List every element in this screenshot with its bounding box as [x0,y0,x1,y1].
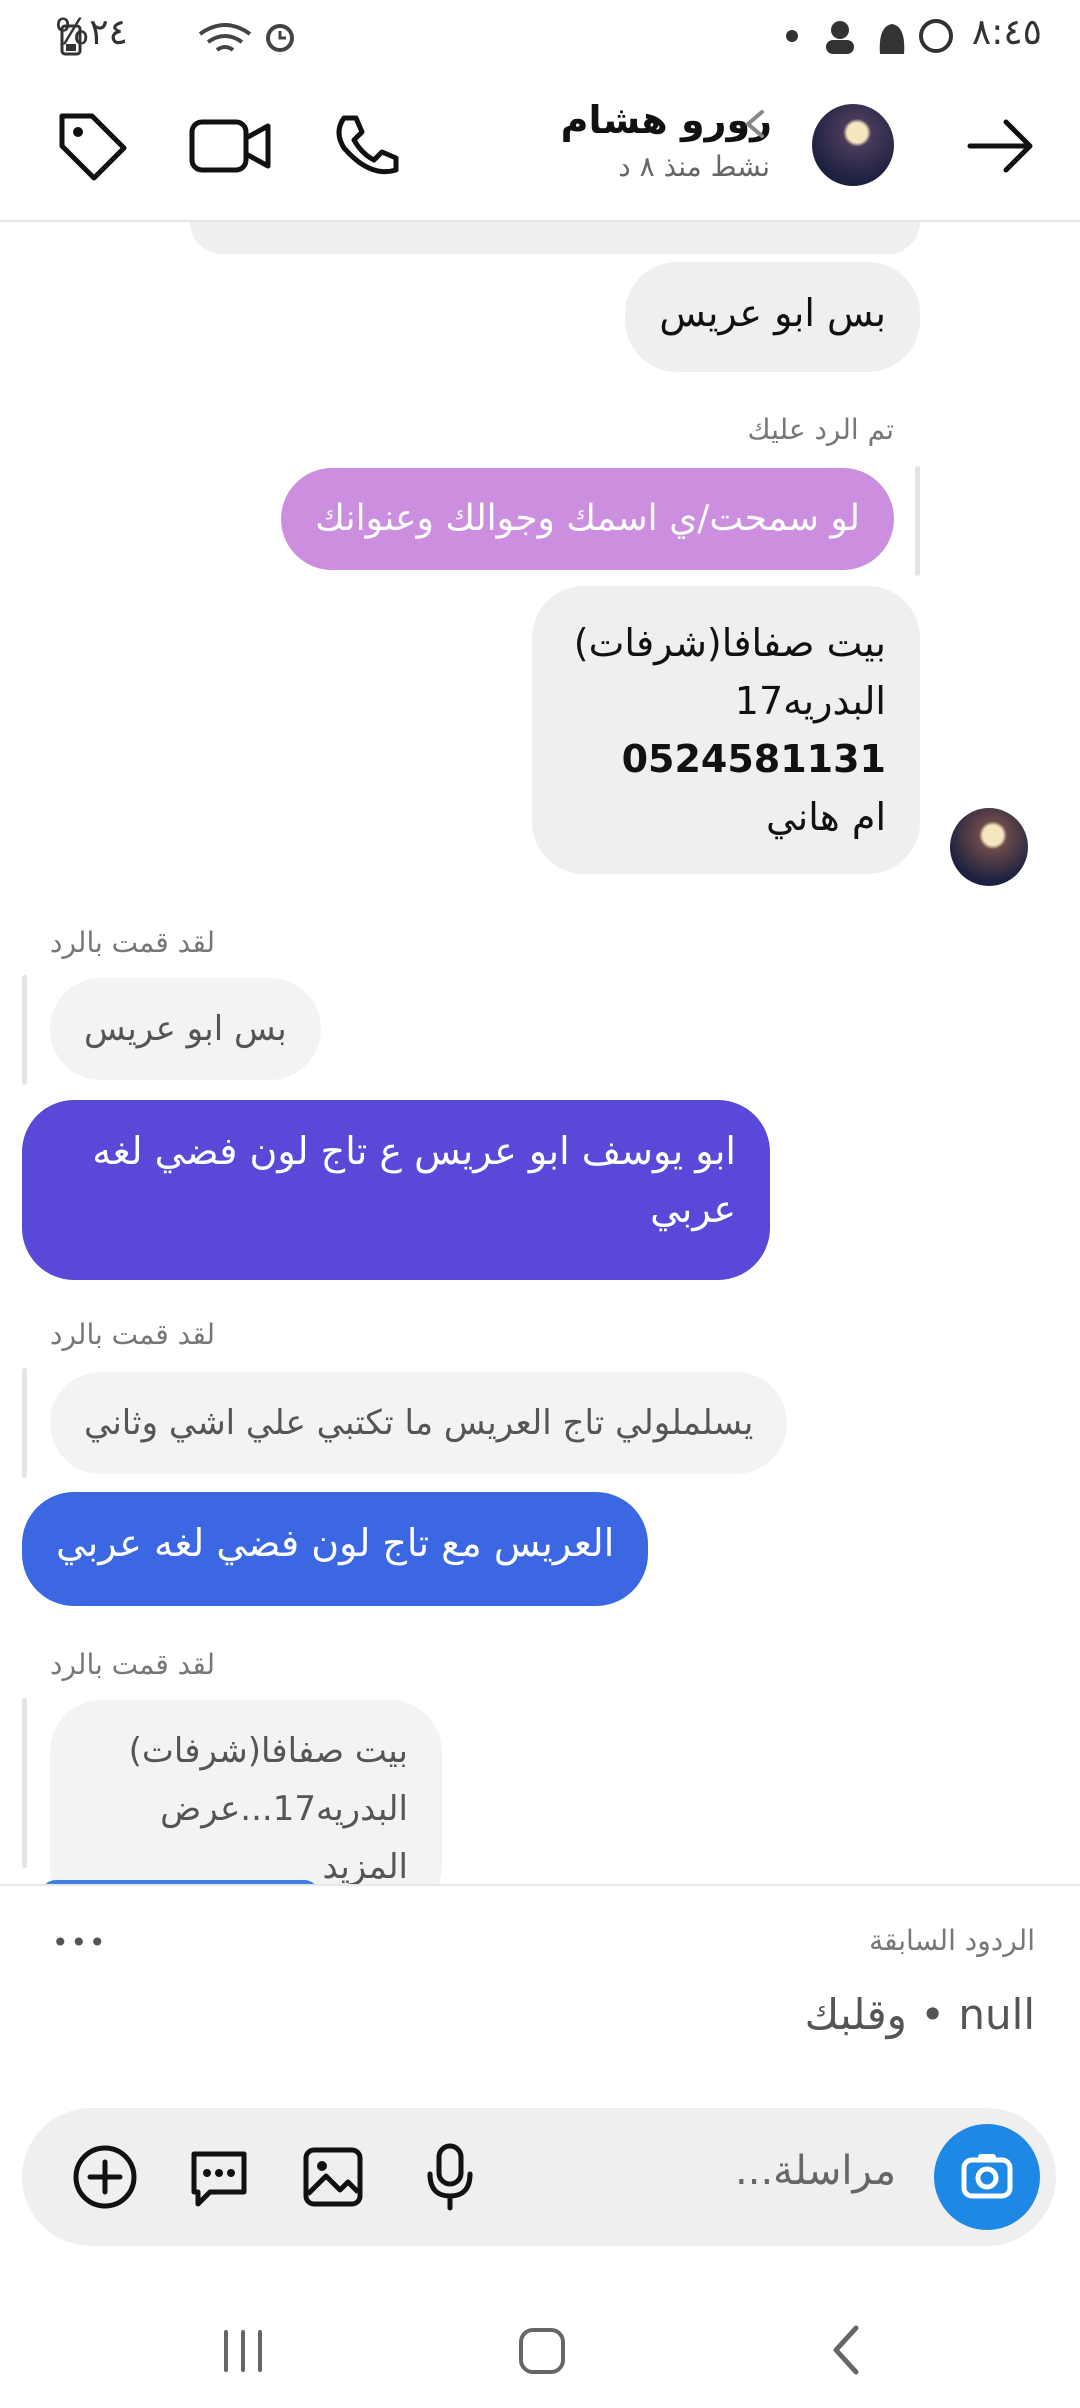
quoted-line: بيت صفافا(شرفات) [128,1731,408,1771]
phone-icon[interactable] [330,112,400,182]
message-composer: مراسلة... [22,2108,1056,2246]
message-bubble[interactable]: ابو يوسف ابو عريس ع تاج لون فضي لغه عربي [22,1100,770,1280]
quoted-message[interactable]: يسلملولي تاج العريس ما تكتبي علي اشي وثا… [50,1372,788,1474]
previous-bubble [190,222,920,254]
reply-line [22,1698,27,1868]
quoted-message[interactable]: بس ابو عريس [50,978,321,1080]
add-icon[interactable] [72,2144,138,2210]
previous-replies-title: الردود السابقة [869,1924,1035,1957]
sender-avatar[interactable] [950,808,1028,886]
address-line: البدريه17 [734,679,886,723]
message-bubble[interactable]: العريس مع تاج لون فضي لغه عربي [22,1492,649,1606]
reply-line [22,975,27,1085]
sticker-chat-icon[interactable] [186,2144,252,2210]
battery-icon [60,24,82,56]
message-bubble[interactable]: بس ابو عريس [625,262,920,372]
address-line: ام هاني [765,795,886,839]
recent-apps-icon[interactable] [218,2326,268,2376]
reply-label: لقد قمت بالرد [50,1648,216,1681]
gallery-icon[interactable] [300,2144,366,2210]
reply-label: لقد قمت بالرد [50,926,216,959]
phone-number: 0524581131 [621,737,886,781]
alarm-icon [266,24,294,52]
message-input[interactable]: مراسلة... [735,2148,896,2194]
system-nav-bar [0,2290,1080,2408]
chevron-icon[interactable] [740,104,770,144]
microphone-icon[interactable] [422,2142,478,2212]
activity-status: نشط منذ ٨ د [618,150,770,183]
status-bar: %٢٤ ٨:٤٥ [0,0,1080,70]
address-line: بيت صفافا(شرفات) [573,621,886,665]
status-time: ٨:٤٥ [971,12,1042,53]
reply-line [915,466,920,576]
back-arrow-icon[interactable] [966,116,1036,176]
video-icon[interactable] [188,116,272,176]
reply-label: تم الرد عليك [747,413,894,446]
quoted-line: البدريه17...عرض المزيد [160,1789,408,1887]
avatar[interactable] [812,104,894,186]
previous-reply-item[interactable]: null • وقلبك [805,1990,1035,2039]
reply-line [22,1368,27,1478]
camera-button[interactable] [934,2124,1040,2230]
wifi-icon [198,23,252,52]
camera-icon [961,2154,1013,2199]
tag-icon[interactable] [54,108,130,184]
address-message[interactable]: بيت صفافا(شرفات) البدريه17 0524581131 ام… [532,586,920,874]
back-nav-icon[interactable] [826,2322,866,2378]
notification-icons [786,19,953,54]
more-options[interactable]: ••• [52,1926,108,1959]
replied-message[interactable]: لو سمحت/ي اسمك وجوالك وعنوانك [281,468,894,570]
reply-label: لقد قمت بالرد [50,1318,216,1351]
home-icon[interactable] [515,2324,569,2378]
